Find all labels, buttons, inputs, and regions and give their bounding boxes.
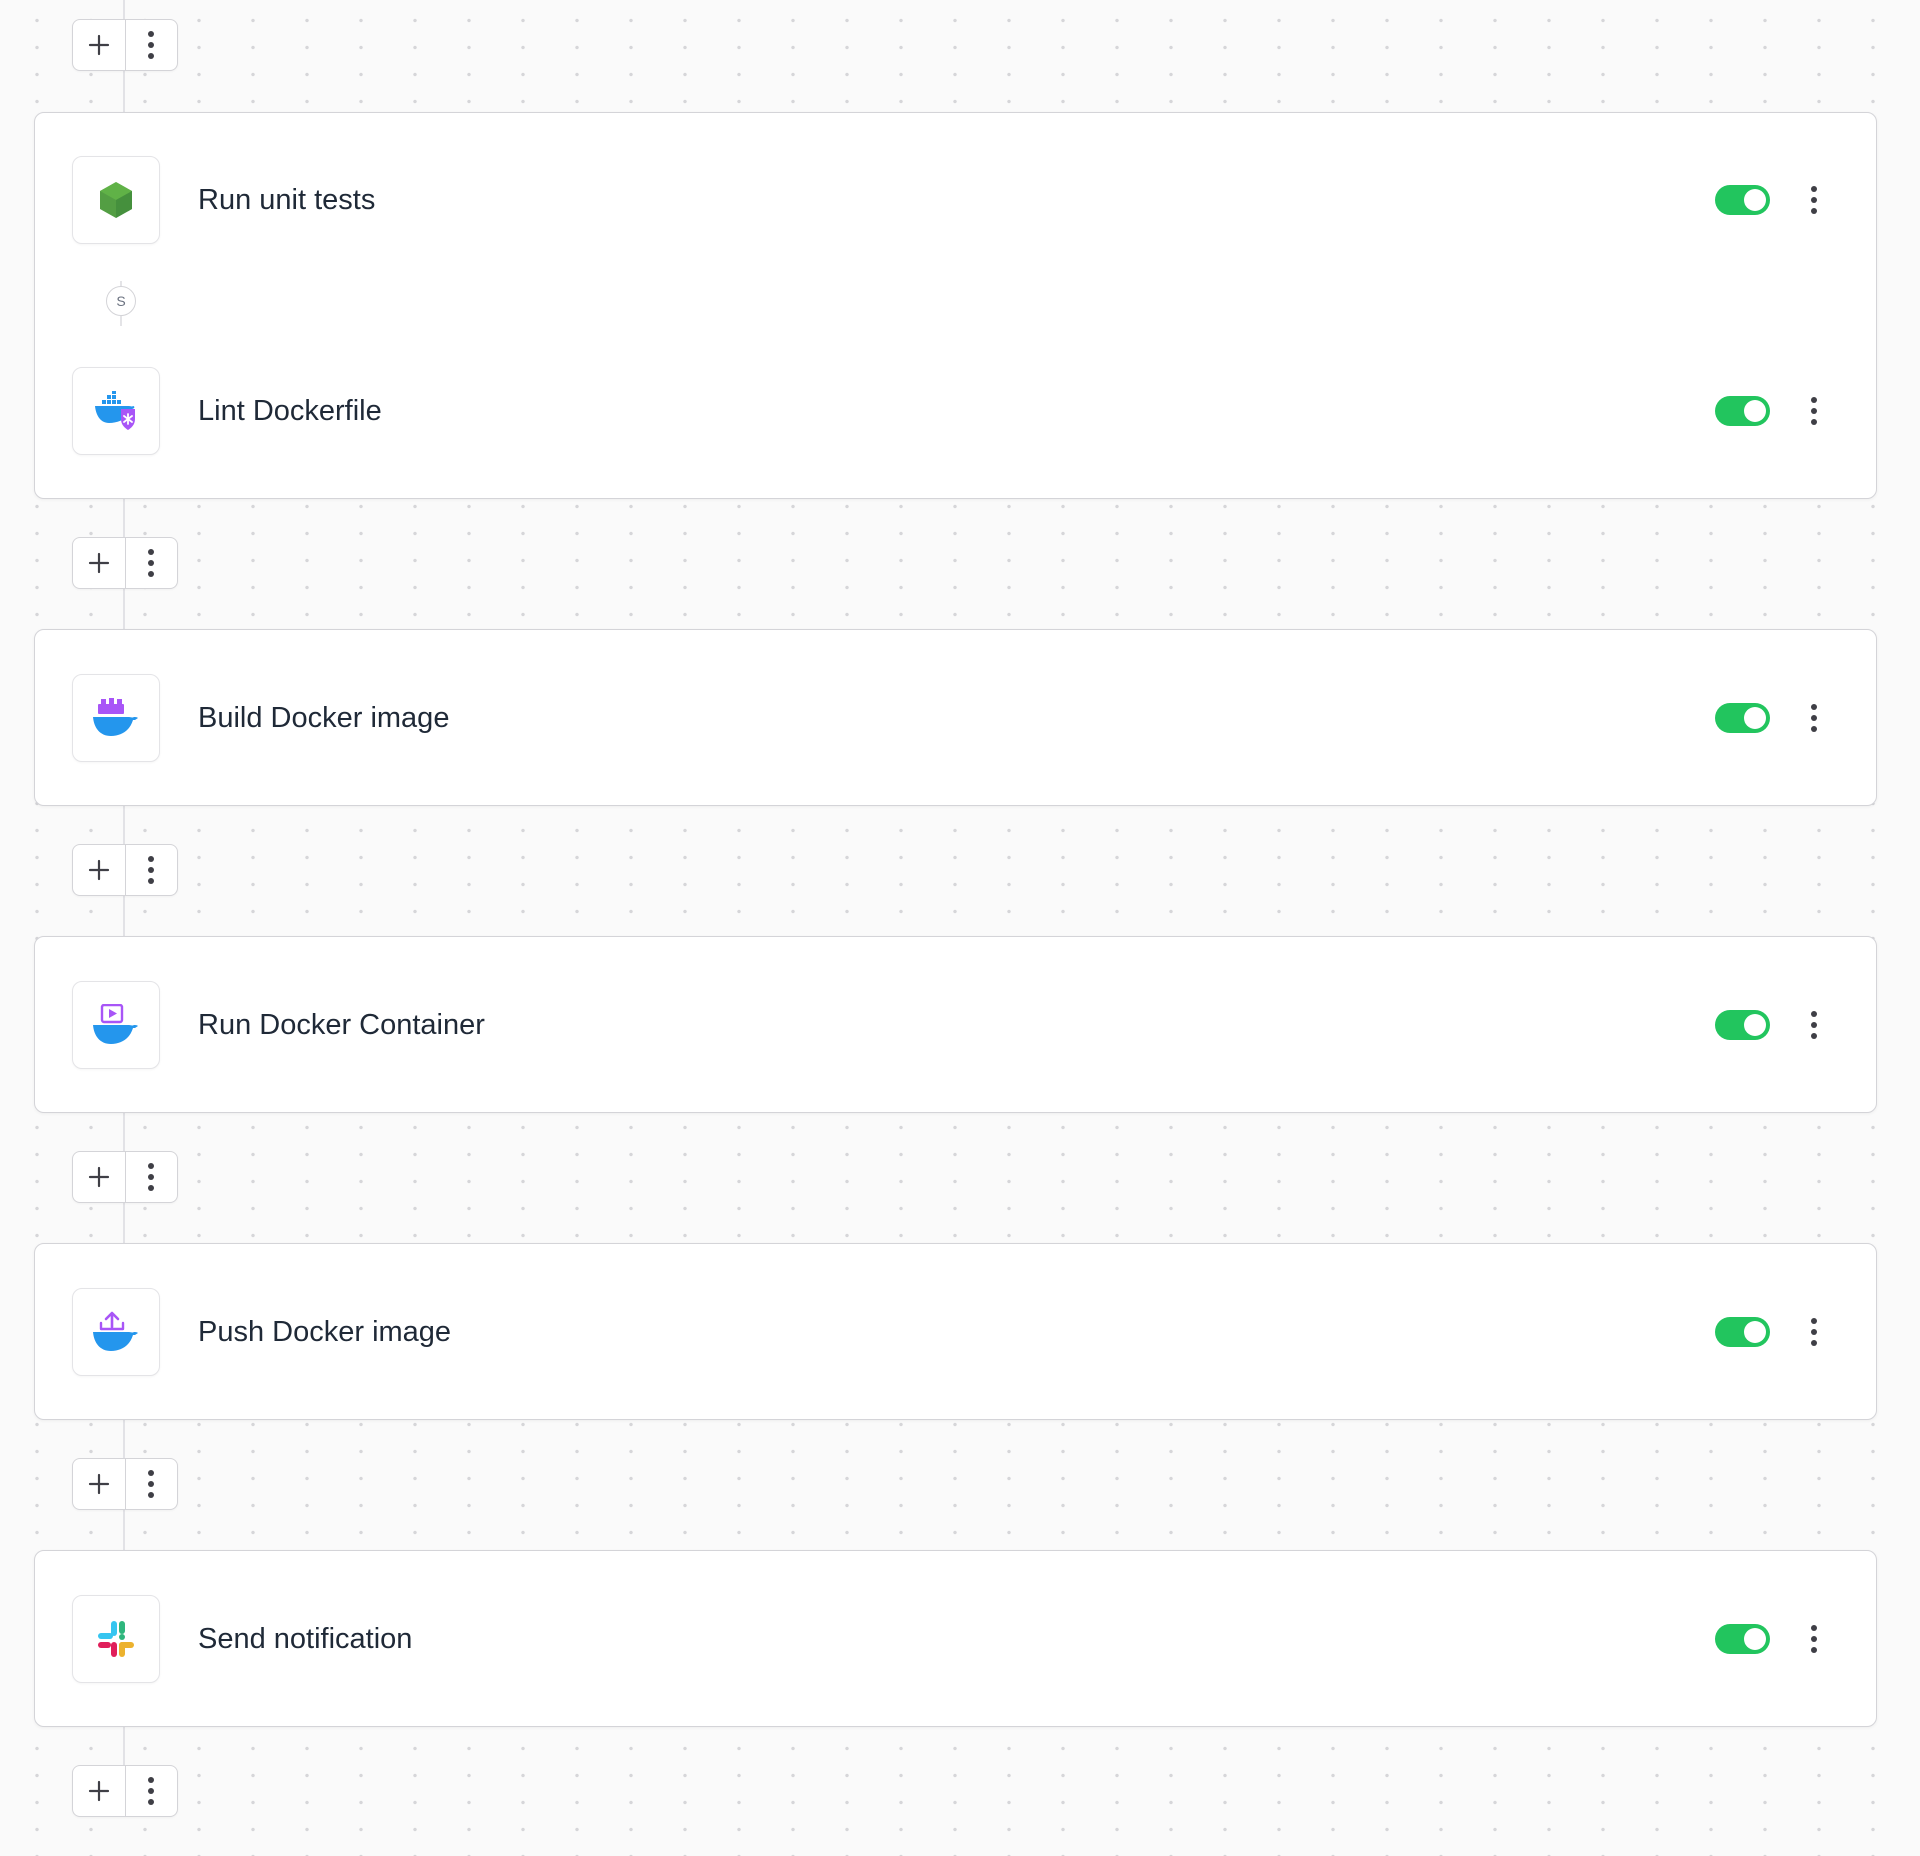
step-title: Run unit tests: [198, 184, 376, 216]
step-enabled-toggle[interactable]: [1715, 185, 1770, 215]
docker-lint-icon: [95, 391, 135, 430]
plus-icon: [88, 1473, 109, 1495]
toggle-knob: [1744, 400, 1766, 422]
step-icon-box: [72, 367, 160, 455]
add-step-button[interactable]: [73, 20, 125, 70]
step-icon-box: [72, 981, 160, 1069]
step-card-build-docker-image: Build Docker image: [34, 629, 1877, 806]
step-icon-box: [72, 1288, 160, 1376]
docker-build-icon: [93, 698, 138, 736]
step-more-button[interactable]: [1800, 1312, 1828, 1352]
add-step-toolbar: [72, 19, 178, 71]
step-icon-box: [72, 156, 160, 244]
step-row[interactable]: Push Docker image: [35, 1288, 1876, 1376]
more-options-button[interactable]: [124, 20, 178, 70]
step-title: Lint Dockerfile: [198, 395, 382, 427]
plus-icon: [88, 34, 109, 56]
vertical-dots-icon: [148, 1777, 155, 1805]
more-options-button[interactable]: [124, 1152, 178, 1202]
step-enabled-toggle[interactable]: [1715, 1317, 1770, 1347]
add-step-toolbar: [72, 844, 178, 896]
step-title: Build Docker image: [198, 702, 450, 734]
step-row[interactable]: Run Docker Container: [35, 981, 1876, 1069]
add-step-button[interactable]: [73, 538, 125, 588]
add-step-button[interactable]: [73, 1766, 125, 1816]
add-step-toolbar: [72, 537, 178, 589]
toggle-knob: [1744, 1321, 1766, 1343]
serial-line: [120, 316, 122, 326]
add-step-toolbar: [72, 1458, 178, 1510]
step-group-card: Run unit tests S Lint Dockerfile: [34, 112, 1877, 499]
vertical-dots-icon: [1811, 186, 1817, 214]
add-step-toolbar: [72, 1765, 178, 1817]
docker-run-icon: [93, 1004, 138, 1044]
vertical-dots-icon: [1811, 1011, 1817, 1039]
step-card-send-notification: Send notification: [34, 1550, 1877, 1727]
step-enabled-toggle[interactable]: [1715, 703, 1770, 733]
toggle-knob: [1744, 707, 1766, 729]
add-step-button[interactable]: [73, 845, 125, 895]
serial-mode-badge[interactable]: S: [106, 286, 136, 316]
vertical-dots-icon: [1811, 397, 1817, 425]
step-row[interactable]: Send notification: [35, 1595, 1876, 1683]
step-title: Run Docker Container: [198, 1009, 485, 1041]
vertical-dots-icon: [148, 856, 155, 884]
toggle-knob: [1744, 1014, 1766, 1036]
more-options-button[interactable]: [124, 1459, 178, 1509]
step-more-button[interactable]: [1800, 1005, 1828, 1045]
step-row[interactable]: Build Docker image: [35, 674, 1876, 762]
vertical-dots-icon: [148, 31, 155, 59]
add-step-toolbar: [72, 1151, 178, 1203]
step-card-run-docker-container: Run Docker Container: [34, 936, 1877, 1113]
plus-icon: [88, 859, 109, 881]
step-icon-box: [72, 674, 160, 762]
add-step-button[interactable]: [73, 1459, 125, 1509]
plus-icon: [88, 1780, 109, 1802]
slack-icon: [98, 1621, 134, 1657]
more-options-button[interactable]: [124, 538, 178, 588]
step-more-button[interactable]: [1800, 180, 1828, 220]
add-step-button[interactable]: [73, 1152, 125, 1202]
toggle-knob: [1744, 189, 1766, 211]
step-more-button[interactable]: [1800, 1619, 1828, 1659]
more-options-button[interactable]: [124, 845, 178, 895]
step-row-run-unit-tests[interactable]: Run unit tests: [35, 156, 1876, 244]
step-enabled-toggle[interactable]: [1715, 1624, 1770, 1654]
step-more-button[interactable]: [1800, 391, 1828, 431]
vertical-dots-icon: [148, 1470, 155, 1498]
plus-icon: [88, 1166, 109, 1188]
vertical-dots-icon: [1811, 1318, 1817, 1346]
vertical-dots-icon: [1811, 1625, 1817, 1653]
step-icon-box: [72, 1595, 160, 1683]
docker-push-icon: [93, 1311, 138, 1351]
step-title: Push Docker image: [198, 1316, 452, 1348]
step-title: Send notification: [198, 1623, 413, 1655]
more-options-button[interactable]: [124, 1766, 178, 1816]
step-enabled-toggle[interactable]: [1715, 396, 1770, 426]
step-card-push-docker-image: Push Docker image: [34, 1243, 1877, 1420]
step-enabled-toggle[interactable]: [1715, 1010, 1770, 1040]
vertical-dots-icon: [148, 549, 155, 577]
toggle-knob: [1744, 1628, 1766, 1650]
vertical-dots-icon: [1811, 704, 1817, 732]
vertical-dots-icon: [148, 1163, 155, 1191]
step-more-button[interactable]: [1800, 698, 1828, 738]
step-row-lint-dockerfile[interactable]: Lint Dockerfile: [35, 367, 1876, 455]
plus-icon: [88, 552, 109, 574]
nodejs-hexagon-icon: [100, 182, 132, 218]
